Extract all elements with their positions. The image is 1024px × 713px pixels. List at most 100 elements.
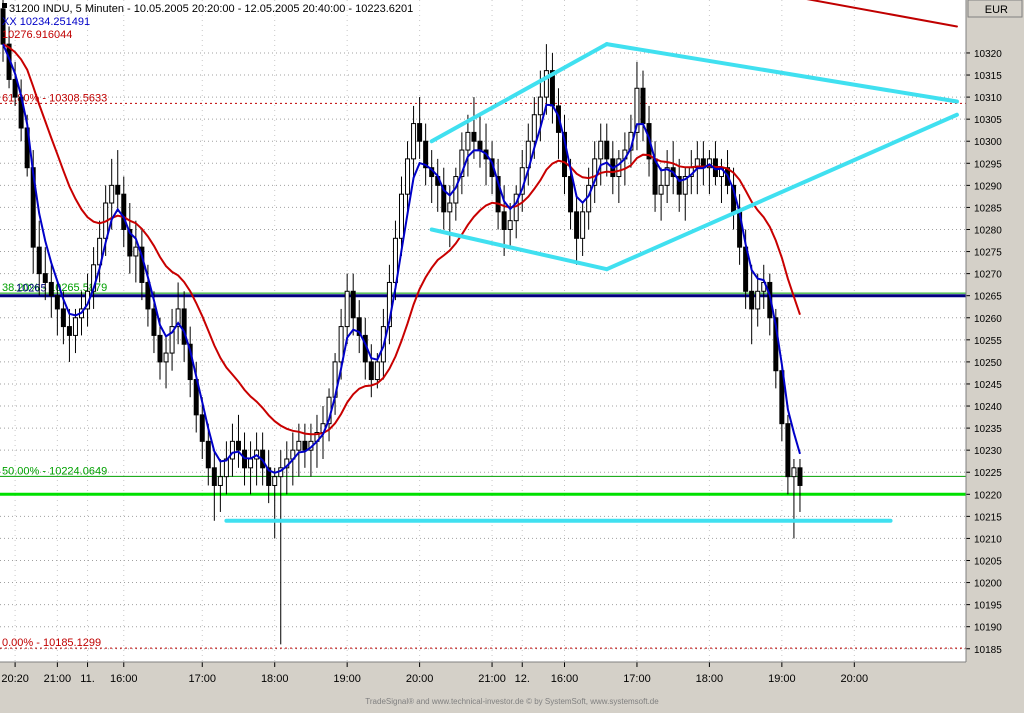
candle-body: [658, 184, 664, 195]
candle-body: [507, 220, 513, 230]
y-tick-label: 10235: [974, 424, 1002, 435]
y-tick-label: 10200: [974, 579, 1002, 590]
candle-body: [121, 193, 127, 230]
candle-body: [755, 290, 761, 310]
candle-body: [199, 414, 205, 442]
candle-body: [248, 458, 254, 469]
candle-body: [568, 176, 574, 213]
y-tick-label: 10205: [974, 556, 1002, 567]
x-tick-label: 19:00: [768, 673, 796, 685]
candle-body: [417, 123, 423, 142]
y-tick-label: 10210: [974, 534, 1002, 545]
candle-body: [163, 352, 169, 363]
level-label: 10265: [16, 283, 47, 295]
y-tick-label: 10280: [974, 225, 1002, 236]
price-chart[interactable]: EUR 61.80% - 10308.563338.20% - 10265.58…: [0, 0, 1024, 708]
header-marker-icon: [2, 3, 7, 8]
currency-label: EUR: [985, 4, 1008, 16]
candle-body: [405, 158, 411, 195]
y-tick-label: 10195: [974, 601, 1002, 612]
candle-body: [133, 246, 139, 257]
candle-body: [72, 317, 78, 336]
candle-body: [66, 326, 72, 336]
x-tick-label: 17:00: [623, 673, 651, 685]
x-tick-label: 20:00: [841, 673, 869, 685]
y-tick-label: 10250: [974, 358, 1002, 369]
candle-body: [109, 184, 115, 204]
candle-body: [501, 211, 507, 230]
candle-body: [368, 361, 374, 381]
y-tick-label: 10185: [974, 645, 1002, 656]
candle-body: [54, 295, 60, 310]
x-tick-label: 11.: [80, 673, 94, 685]
y-tick-label: 10295: [974, 159, 1002, 170]
y-tick-label: 10270: [974, 270, 1002, 281]
candle-body: [785, 423, 791, 478]
candle-body: [574, 211, 580, 239]
y-tick-label: 10255: [974, 336, 1002, 347]
candle-body: [791, 467, 797, 478]
x-tick-label: 21:00: [44, 673, 72, 685]
candle-body: [151, 308, 157, 336]
y-tick-label: 10265: [974, 292, 1002, 303]
y-tick-label: 10240: [974, 402, 1002, 413]
candle-body: [465, 131, 471, 151]
x-tick-label: 20:20: [1, 673, 29, 685]
plot-background: [0, 0, 966, 662]
level-label: 61.80% - 10308.5633: [2, 92, 107, 104]
x-tick-label: 18:00: [696, 673, 724, 685]
candle-body: [205, 440, 211, 469]
y-tick-label: 10190: [974, 623, 1002, 634]
x-tick-label: 16:00: [551, 673, 579, 685]
x-tick-label: 20:00: [406, 673, 434, 685]
y-tick-label: 10225: [974, 468, 1002, 479]
candle-body: [749, 290, 755, 310]
footer-credit: TradeSignal® and www.technical-investor.…: [365, 697, 659, 706]
y-tick-label: 10245: [974, 380, 1002, 391]
candle-body: [598, 140, 604, 160]
candle-body: [211, 467, 217, 486]
y-tick-label: 10275: [974, 248, 1002, 259]
candle-body: [604, 140, 610, 160]
candle-body: [36, 246, 42, 275]
candle-body: [537, 96, 543, 116]
y-tick-label: 10230: [974, 446, 1002, 457]
x-tick-label: 17:00: [188, 673, 216, 685]
y-tick-label: 10260: [974, 314, 1002, 325]
candle-body: [235, 440, 241, 451]
candle-body: [398, 193, 404, 239]
y-tick-label: 10290: [974, 181, 1002, 192]
candle-body: [60, 308, 66, 328]
header-ma-fast: XX 10234.251491: [2, 16, 90, 28]
x-tick-label: 18:00: [261, 673, 289, 685]
candle-body: [477, 140, 483, 151]
candle-body: [272, 476, 278, 486]
candle-body: [302, 440, 308, 451]
candle-body: [48, 281, 54, 297]
candle-body: [640, 87, 646, 125]
candle-body: [296, 440, 302, 451]
y-tick-label: 10220: [974, 490, 1002, 501]
y-tick-label: 10310: [974, 93, 1002, 104]
y-tick-label: 10305: [974, 115, 1002, 126]
level-label: 0.00% - 10185.1299: [2, 637, 101, 649]
x-tick-label: 21:00: [478, 673, 506, 685]
x-tick-label: 16:00: [110, 673, 138, 685]
y-tick-label: 10315: [974, 71, 1002, 82]
candle-body: [471, 131, 477, 142]
candle-body: [115, 184, 121, 195]
candle-body: [797, 467, 803, 486]
candle-body: [344, 290, 350, 328]
y-tick-label: 10215: [974, 512, 1002, 523]
y-tick-label: 10320: [974, 49, 1002, 60]
candle-body: [411, 123, 417, 160]
candle-body: [447, 202, 453, 213]
header-title: 31200 INDU, 5 Minuten - 10.05.2005 20:20…: [9, 3, 413, 15]
chart-window: EUR 61.80% - 10308.5633 38.20% - 10265.58…: [0, 0, 1024, 708]
candle-body: [229, 440, 235, 460]
x-tick-label: 19:00: [333, 673, 361, 685]
candle-body: [350, 290, 356, 319]
candle-body: [217, 476, 223, 486]
y-tick-label: 10300: [974, 137, 1002, 148]
x-tick-label: 12.: [515, 673, 530, 685]
